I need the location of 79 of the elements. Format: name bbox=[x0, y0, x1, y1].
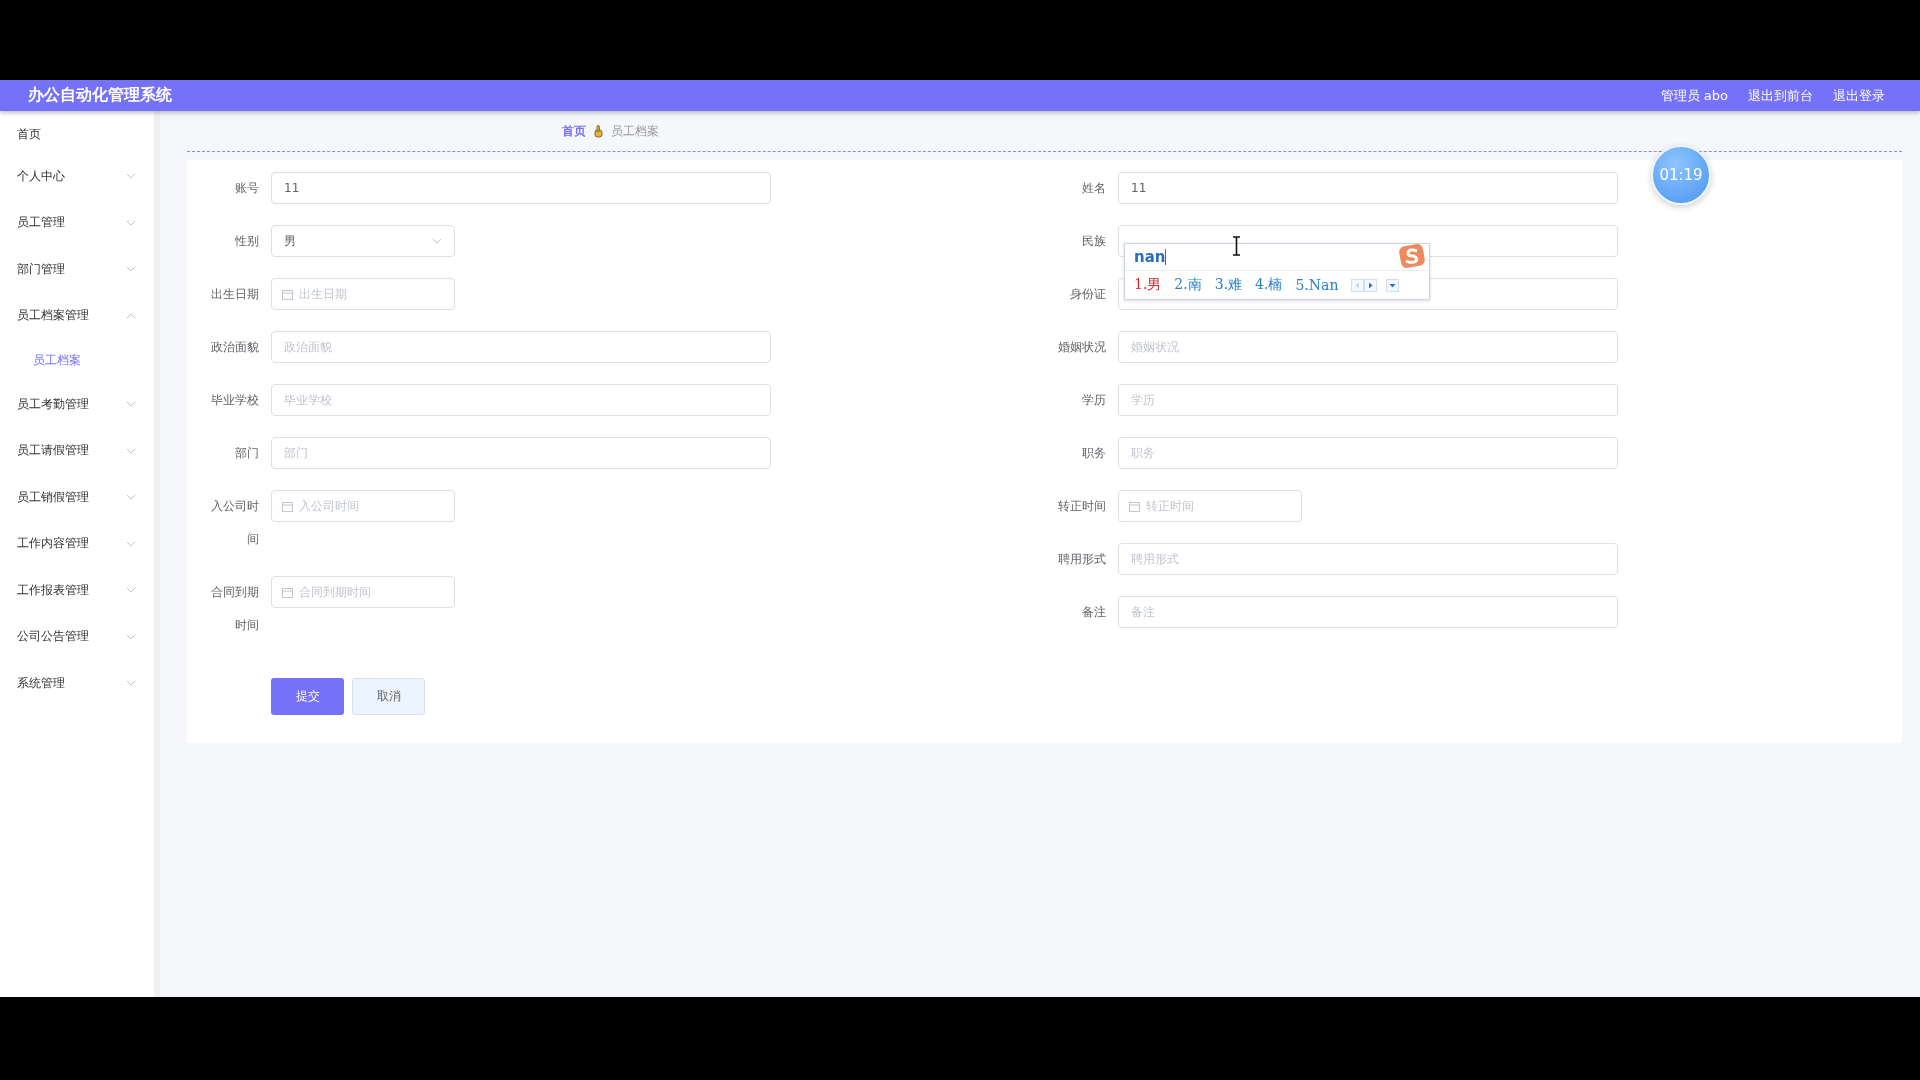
chevron-icon bbox=[126, 266, 136, 273]
input-field[interactable]: 备注 bbox=[1118, 596, 1618, 628]
hand-icon bbox=[594, 124, 603, 138]
calendar-icon bbox=[1129, 501, 1140, 512]
field-label: 职务 bbox=[1081, 445, 1106, 462]
sidebar-item[interactable]: 公司公告管理 bbox=[0, 613, 154, 660]
text-cursor-icon bbox=[1232, 236, 1241, 256]
sidebar-item[interactable]: 工作内容管理 bbox=[0, 520, 154, 567]
user-label: 管理员 abo bbox=[1660, 86, 1728, 105]
sidebar-item[interactable]: 工作报表管理 bbox=[0, 567, 154, 614]
input-field[interactable]: 11 bbox=[1118, 172, 1618, 204]
submit-button[interactable]: 提交 bbox=[271, 678, 344, 715]
input-field[interactable]: 职务 bbox=[1118, 437, 1618, 469]
field-label: 性别 bbox=[234, 233, 259, 250]
input-field[interactable]: 聘用形式 bbox=[1118, 543, 1618, 575]
chevron-icon bbox=[126, 401, 136, 408]
field-label: 出生日期 bbox=[210, 286, 259, 303]
ime-composition: nan bbox=[1134, 248, 1166, 266]
input-field[interactable]: 毕业学校 bbox=[271, 384, 771, 416]
cancel-button[interactable]: 取消 bbox=[352, 678, 425, 715]
field-label: 学历 bbox=[1081, 392, 1106, 409]
chevron-icon bbox=[126, 173, 136, 180]
sidebar-item[interactable]: 员工档案管理 bbox=[0, 292, 154, 339]
page-arrows-icon[interactable] bbox=[1351, 278, 1378, 292]
sidebar-item[interactable]: 员工请假管理 bbox=[0, 427, 154, 474]
sidebar-item[interactable]: 个人中心 bbox=[0, 153, 154, 200]
chevron-icon bbox=[126, 494, 136, 501]
field-label: 入公司时间 bbox=[210, 498, 259, 548]
ime-candidate[interactable]: 5.Nan bbox=[1295, 277, 1339, 293]
header-link[interactable]: 退出登录 bbox=[1833, 86, 1885, 105]
field-label: 婚姻状况 bbox=[1057, 339, 1106, 356]
input-field[interactable]: 婚姻状况 bbox=[1118, 331, 1618, 363]
input-field[interactable]: 11 bbox=[271, 172, 771, 204]
chevron-icon bbox=[126, 219, 136, 226]
timer-bubble: 01:19 bbox=[1651, 145, 1711, 205]
chevron-icon bbox=[126, 540, 136, 547]
chevron-icon bbox=[126, 312, 136, 319]
sidebar-item[interactable]: 员工销假管理 bbox=[0, 474, 154, 521]
ime-candidate[interactable]: 1.男 bbox=[1134, 276, 1162, 294]
sidebar-item[interactable]: 员工考勤管理 bbox=[0, 381, 154, 428]
date-field[interactable]: 合同到期时间 bbox=[271, 576, 455, 608]
sidebar-item[interactable]: 系统管理 bbox=[0, 660, 154, 707]
app-title: 办公自动化管理系统 bbox=[28, 85, 172, 106]
input-field[interactable]: 学历 bbox=[1118, 384, 1618, 416]
chevron-icon bbox=[126, 587, 136, 594]
ime-candidate[interactable]: 2.南 bbox=[1174, 276, 1202, 294]
breadcrumb-item[interactable]: 首页 bbox=[562, 122, 586, 140]
field-label: 身份证 bbox=[1069, 286, 1106, 303]
calendar-icon bbox=[282, 289, 293, 300]
chevron-icon bbox=[126, 633, 136, 640]
sidebar-item[interactable]: 部门管理 bbox=[0, 246, 154, 293]
date-field[interactable]: 出生日期 bbox=[271, 278, 455, 310]
breadcrumb-item: 员工档案 bbox=[611, 122, 659, 140]
chevron-icon bbox=[432, 238, 442, 244]
field-label: 姓名 bbox=[1081, 180, 1106, 197]
field-label: 毕业学校 bbox=[210, 392, 259, 409]
dropdown-icon[interactable] bbox=[1386, 278, 1400, 292]
sidebar-item[interactable]: 员工管理 bbox=[0, 199, 154, 246]
date-field[interactable]: 入公司时间 bbox=[271, 490, 455, 522]
field-label: 部门 bbox=[234, 445, 259, 462]
input-field[interactable]: 部门 bbox=[271, 437, 771, 469]
calendar-icon bbox=[282, 501, 293, 512]
field-label: 政治面貌 bbox=[210, 339, 259, 356]
calendar-icon bbox=[282, 587, 293, 598]
select-field[interactable]: 男 bbox=[271, 225, 455, 257]
field-label: 账号 bbox=[234, 180, 259, 197]
header-link[interactable]: 退出到前台 bbox=[1748, 86, 1813, 105]
chevron-icon bbox=[126, 447, 136, 454]
field-label: 备注 bbox=[1081, 604, 1106, 621]
field-label: 民族 bbox=[1081, 233, 1106, 250]
sidebar-subitem[interactable]: 员工档案 bbox=[0, 339, 154, 381]
ime-candidate[interactable]: 3.难 bbox=[1214, 276, 1243, 294]
field-label: 合同到期时间 bbox=[210, 584, 259, 634]
input-field[interactable]: 政治面貌 bbox=[271, 331, 771, 363]
field-label: 聘用形式 bbox=[1057, 551, 1106, 568]
field-label: 转正时间 bbox=[1057, 498, 1106, 515]
chevron-icon bbox=[126, 680, 136, 687]
sidebar-item[interactable]: 首页 bbox=[0, 115, 154, 153]
ime-candidate[interactable]: 4.楠 bbox=[1255, 276, 1283, 294]
